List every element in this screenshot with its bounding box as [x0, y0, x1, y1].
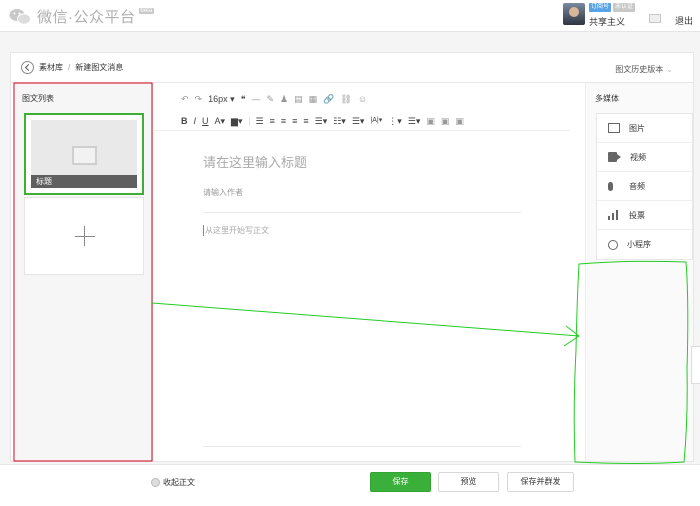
indent-icon[interactable]: ☰ — [256, 114, 264, 128]
image-icon — [608, 123, 620, 133]
row-spacing-top-icon[interactable]: ☰▾ — [315, 114, 328, 128]
template-icon[interactable]: ▤ — [294, 92, 303, 106]
username[interactable]: 共享主义 — [589, 15, 635, 28]
media-list: 图片 视频 音频 投票 小程序 — [596, 113, 693, 260]
blockquote-icon[interactable]: ❝ — [241, 92, 246, 106]
author-input[interactable]: 请输入作者 — [203, 187, 243, 198]
wechat-icon — [9, 8, 31, 26]
media-item-audio[interactable]: 音频 — [597, 172, 692, 201]
footer-bar: 收起正文 保存 预览 保存并群发 — [0, 464, 700, 506]
image-float-left-icon[interactable]: ▣ — [426, 114, 435, 128]
history-version-dropdown[interactable]: 图文历史版本 ⌄ — [615, 64, 673, 75]
line-height-icon[interactable]: ☷▾ — [333, 114, 346, 128]
align-center-icon[interactable]: ≡ — [281, 114, 286, 128]
user-area: 订阅号 未认证 共享主义 退出 — [562, 3, 700, 29]
back-arrow-icon[interactable] — [21, 61, 34, 74]
save-and-publish-button[interactable]: 保存并群发 — [507, 472, 574, 492]
plus-icon — [75, 236, 95, 237]
image-float-right-icon[interactable]: ▣ — [455, 114, 464, 128]
unordered-list-icon[interactable]: ☰▾ — [408, 114, 421, 128]
user-info: 订阅号 未认证 共享主义 — [588, 3, 635, 28]
save-button[interactable]: 保存 — [370, 472, 431, 492]
horizontal-rule-icon[interactable]: — — [252, 92, 261, 106]
unlink-icon[interactable]: ⛓ — [340, 92, 351, 106]
chevron-down-icon: ⌄ — [666, 65, 673, 74]
row-spacing-bottom-icon[interactable]: ☰▾ — [352, 114, 365, 128]
media-title: 多媒体 — [595, 94, 619, 103]
top-bar: 微信·公众平台 beta 订阅号 未认证 共享主义 退出 — [0, 0, 700, 32]
align-right-icon[interactable]: ≡ — [292, 114, 297, 128]
article-list-title: 图文列表 — [22, 94, 54, 103]
article-card-title: 标题 — [31, 175, 137, 188]
account-badges: 订阅号 未认证 — [588, 3, 635, 12]
media-item-label: 图片 — [629, 123, 645, 133]
collapse-body-toggle[interactable]: 收起正文 — [151, 477, 195, 488]
media-item-mini-program[interactable]: 小程序 — [597, 230, 692, 259]
collapse-label: 收起正文 — [163, 478, 195, 487]
media-item-vote[interactable]: 投票 — [597, 201, 692, 230]
article-list: 图文列表 标题 — [16, 83, 153, 461]
subscription-badge: 订阅号 — [588, 3, 611, 12]
letter-spacing-icon[interactable]: |A|▾ — [370, 114, 382, 128]
title-input[interactable]: 请在这里输入标题 — [203, 152, 307, 171]
beta-badge: beta — [138, 7, 155, 14]
format-painter-icon[interactable]: ♟ — [280, 92, 288, 106]
media-item-image[interactable]: 图片 — [597, 114, 692, 143]
font-size-select[interactable]: 16px ▾ — [208, 92, 235, 106]
editor-bottom-divider — [203, 446, 521, 447]
media-item-label: 视频 — [630, 152, 646, 162]
collapse-radio-icon — [151, 478, 160, 487]
mail-icon[interactable] — [648, 14, 661, 23]
toolbar-row-1: ↶ ↷ 16px ▾ ❝ — ✎ ♟ ▤ ▦ 🔗 ⛓ ☺ — [181, 92, 367, 106]
wechat-logo[interactable]: 微信·公众平台 beta — [9, 6, 155, 27]
format-clear-icon[interactable]: ✎ — [267, 92, 275, 106]
breadcrumb-current: 新建图文消息 — [75, 63, 124, 72]
media-item-label: 小程序 — [627, 240, 651, 249]
video-icon — [608, 152, 621, 162]
breadcrumb: 素材库 / 新建图文消息 — [21, 61, 123, 74]
align-justify-icon[interactable]: ≡ — [303, 114, 308, 128]
background-color-icon[interactable]: ▆▾ — [231, 114, 242, 128]
image-placeholder-icon — [72, 146, 97, 165]
body-editor[interactable]: 从这里开始写正文 — [203, 225, 269, 236]
undo-icon[interactable]: ↶ — [181, 92, 189, 106]
image-float-none-icon[interactable]: ▣ — [441, 114, 450, 128]
emoji-icon[interactable]: ☺ — [358, 92, 367, 106]
breadcrumb-materials[interactable]: 素材库 — [39, 62, 63, 73]
redo-icon[interactable]: ↷ — [195, 92, 203, 106]
brand-name: 微信·公众平台 — [37, 9, 136, 26]
media-item-label: 投票 — [629, 210, 645, 220]
article-card[interactable]: 标题 — [24, 113, 144, 195]
underline-icon[interactable]: U — [202, 114, 209, 128]
logout-link[interactable]: 退出 — [675, 14, 693, 27]
mini-program-icon — [608, 239, 618, 250]
document-icon[interactable]: ▦ — [309, 92, 318, 106]
italic-icon[interactable]: I — [194, 114, 197, 128]
media-item-video[interactable]: 视频 — [597, 143, 692, 172]
breadcrumb-separator: / — [68, 63, 71, 72]
vote-icon — [608, 210, 620, 220]
avatar[interactable] — [562, 3, 585, 25]
toolbar-row-2: B I U A▾ ▆▾ ☰ ≡ ≡ ≡ ≡ ☰▾ ☷▾ ☰▾ |A|▾ ⋮▾ ☰… — [181, 114, 464, 128]
history-label: 图文历史版本 — [615, 65, 664, 74]
toolbar-divider — [152, 130, 570, 131]
add-article-button[interactable] — [24, 197, 144, 275]
align-left-icon[interactable]: ≡ — [270, 114, 275, 128]
font-color-icon[interactable]: A▾ — [215, 114, 226, 128]
link-icon[interactable]: 🔗 — [323, 92, 334, 106]
ordered-list-icon[interactable]: ⋮▾ — [388, 114, 402, 128]
audio-icon — [608, 181, 613, 191]
author-underline — [203, 212, 521, 213]
side-tab[interactable] — [691, 346, 700, 384]
media-item-label: 音频 — [629, 181, 645, 191]
media-panel: 多媒体 图片 视频 音频 投票 小程序 — [585, 83, 693, 461]
unverified-badge: 未认证 — [612, 3, 635, 12]
bold-icon[interactable]: B — [181, 114, 188, 128]
preview-button[interactable]: 预览 — [438, 472, 499, 492]
